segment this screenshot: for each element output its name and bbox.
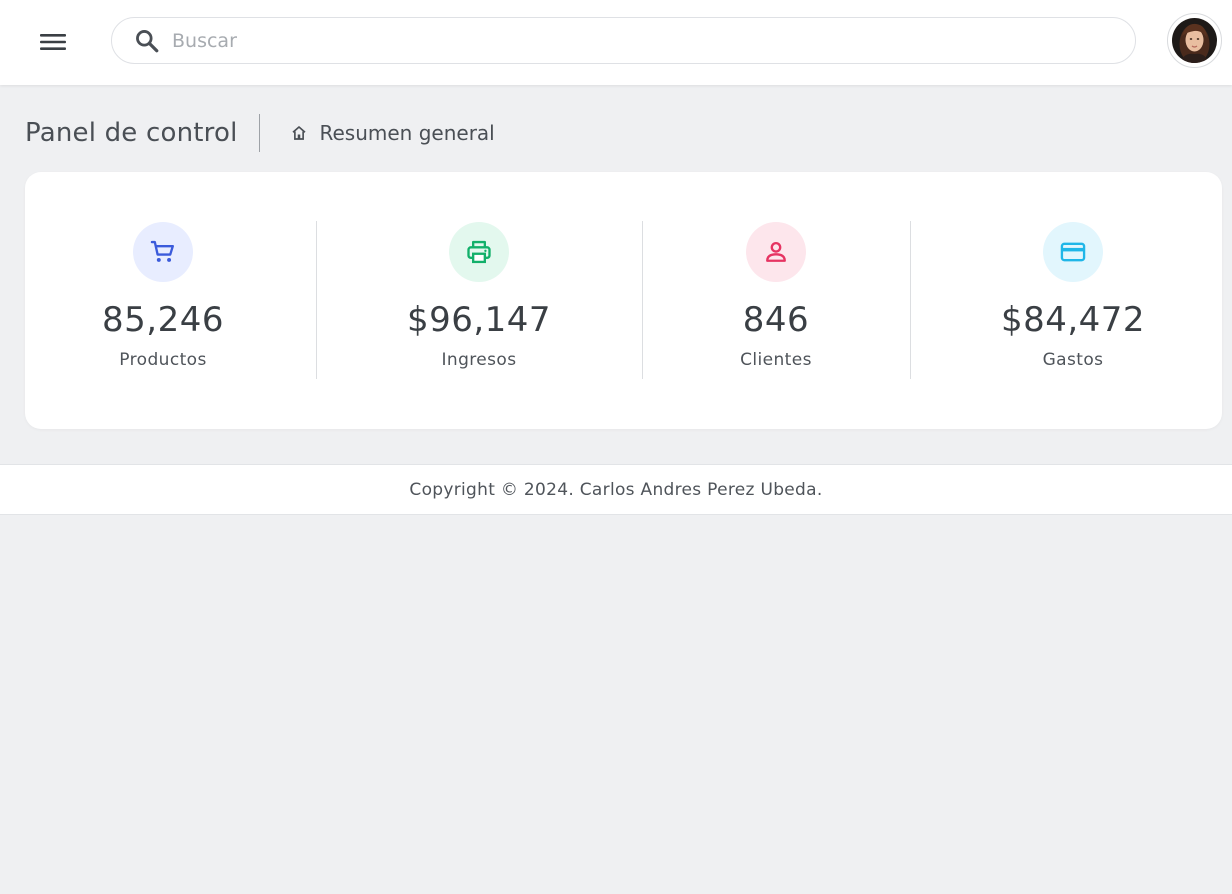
- page-title: Panel de control: [25, 118, 238, 148]
- user-avatar[interactable]: [1167, 13, 1222, 68]
- stat-gastos: $84,472 Gastos: [943, 222, 1203, 382]
- stat-value: 85,246: [102, 300, 224, 340]
- divider: [316, 221, 317, 379]
- stat-value: 846: [742, 300, 810, 340]
- divider: [910, 221, 911, 379]
- stat-icon-badge: [449, 222, 509, 282]
- menu-button[interactable]: [32, 24, 74, 60]
- stats-card: 85,246 Productos $96,147 Ingresos 846 Cl…: [25, 172, 1222, 429]
- hamburger-menu-icon: [40, 34, 66, 50]
- stat-ingresos: $96,147 Ingresos: [349, 222, 609, 382]
- stat-clientes: 846 Clientes: [646, 222, 906, 382]
- breadcrumb-label: Resumen general: [319, 121, 495, 145]
- stat-icon-badge: [746, 222, 806, 282]
- title-divider: [258, 114, 260, 152]
- footer: Copyright © 2024. Carlos Andres Perez Ub…: [0, 464, 1232, 515]
- avatar-image: [1172, 18, 1217, 63]
- stat-label: Ingresos: [441, 350, 517, 370]
- stat-icon-badge: [133, 222, 193, 282]
- shopping-cart-icon: [150, 240, 174, 262]
- credit-card-icon: [1060, 242, 1086, 262]
- user-icon: [766, 241, 786, 262]
- stat-value: $96,147: [406, 300, 552, 340]
- stat-label: Clientes: [740, 350, 812, 370]
- breadcrumb[interactable]: Resumen general: [290, 121, 495, 145]
- printer-icon: [467, 240, 491, 264]
- stat-value: $84,472: [1000, 300, 1146, 340]
- stat-productos: 85,246 Productos: [33, 222, 293, 382]
- copyright-text: Copyright © 2024. Carlos Andres Perez Ub…: [409, 479, 823, 500]
- stat-icon-badge: [1043, 222, 1103, 282]
- search-input[interactable]: [172, 18, 1135, 63]
- home-icon: [291, 126, 306, 140]
- top-bar: [0, 0, 1232, 85]
- search-icon: [134, 28, 160, 54]
- divider: [642, 221, 643, 379]
- stat-label: Gastos: [1042, 350, 1104, 370]
- search-bar: [111, 17, 1136, 64]
- page-header: Panel de control Resumen general: [25, 114, 495, 152]
- stat-label: Productos: [119, 350, 207, 370]
